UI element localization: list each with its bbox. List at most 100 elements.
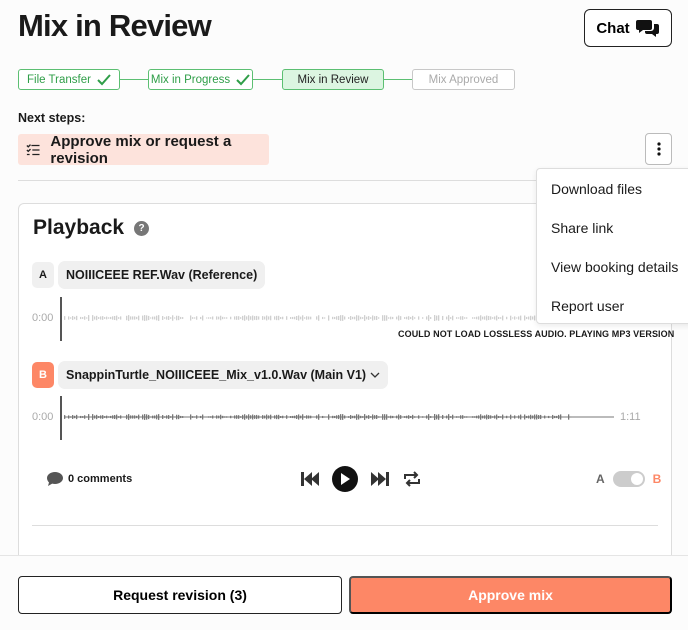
more-options-button[interactable] [645, 133, 672, 165]
ab-switch[interactable]: AB [596, 471, 661, 487]
menu-item-report-user[interactable]: Report user [537, 286, 688, 325]
waveform-bar [466, 317, 468, 319]
waveform-bar [290, 317, 292, 319]
waveform-bar [266, 414, 268, 420]
waveform-bar [408, 415, 410, 419]
waveform-bar [512, 416, 514, 418]
waveform-bar [170, 416, 172, 418]
waveform-bar [484, 316, 486, 320]
waveform-bar [196, 316, 198, 320]
ab-toggle[interactable] [612, 471, 645, 487]
waveform-bar [538, 415, 540, 419]
waveform-bar [98, 317, 100, 319]
skip-forward-icon[interactable] [370, 471, 390, 487]
waveform-bar [298, 414, 300, 420]
waveform-bar [108, 317, 110, 319]
menu-item-share-link[interactable]: Share link [537, 208, 688, 247]
menu-item-download-files[interactable]: Download files [537, 169, 688, 208]
waveform-bar [362, 317, 364, 319]
track-b-badge[interactable]: B [32, 362, 54, 388]
waveform-bar [392, 316, 394, 320]
comments-link[interactable]: 0 comments [46, 471, 132, 487]
waveform-bar [278, 414, 280, 420]
step-label: Mix Approved [428, 73, 499, 86]
waveform-bar [532, 316, 534, 320]
waveform-bar [128, 414, 130, 420]
waveform-bar [178, 414, 180, 420]
waveform-bar [306, 316, 308, 320]
waveform-bar [146, 315, 148, 321]
play-button[interactable] [332, 466, 358, 492]
comment-icon [47, 472, 63, 486]
waveform-bar [322, 415, 324, 419]
waveform-bar [144, 315, 146, 321]
waveform-bar [162, 316, 164, 320]
waveform-bar [520, 315, 522, 321]
waveform-bar [378, 416, 380, 418]
waveform-bar [334, 415, 336, 419]
request-revision-button[interactable]: Request revision (3) [18, 576, 342, 614]
waveform-bar [206, 317, 208, 319]
waveform-bar [334, 316, 336, 320]
waveform-bar [190, 315, 192, 321]
waveform-bar [276, 414, 278, 420]
waveform-bar [404, 317, 406, 319]
waveform-bar [488, 315, 490, 321]
waveform-bar [460, 316, 462, 320]
skip-back-icon[interactable] [300, 471, 320, 487]
waveform-bar [278, 315, 280, 321]
waveform-bar [348, 416, 350, 418]
waveform-bar [72, 316, 74, 320]
waveform-bar [510, 315, 512, 321]
waveform-bar [142, 414, 144, 420]
track-b-waveform[interactable] [64, 411, 614, 423]
next-step-banner: Approve mix or request a revision [18, 133, 269, 167]
waveform-bar [296, 316, 298, 320]
waveform-bar [332, 316, 334, 320]
waveform-bar [224, 317, 226, 319]
waveform-bar [354, 415, 356, 419]
waveform-bar [72, 415, 74, 419]
audio-warning: COULD NOT LOAD LOSSLESS AUDIO. PLAYING M… [398, 329, 675, 339]
track-a-playhead[interactable] [60, 297, 62, 341]
waveform-bar [524, 414, 526, 420]
track-b-selector[interactable]: SnappinTurtle_NOIIICEEE_Mix_v1.0.Wav (Ma… [58, 361, 389, 389]
chat-button[interactable]: Chat [584, 9, 672, 47]
waveform-bar [310, 316, 312, 320]
waveform-bar [130, 415, 132, 419]
waveform-bar [248, 414, 250, 420]
waveform-bar [396, 316, 398, 320]
waveform-bar [370, 416, 372, 418]
waveform-bar [74, 316, 76, 320]
waveform-bar [340, 315, 342, 321]
waveform-bar [372, 414, 374, 420]
waveform-bar [412, 414, 414, 420]
waveform-bar [310, 415, 312, 419]
menu-item-view-booking-details[interactable]: View booking details [537, 247, 688, 286]
waveform-bar [136, 316, 138, 320]
approve-mix-button[interactable]: Approve mix [349, 576, 672, 614]
waveform-bar [426, 316, 428, 320]
waveform-bar [554, 415, 556, 419]
waveform-bar [506, 415, 508, 419]
waveform-bar [502, 414, 504, 420]
waveform-bar [400, 316, 402, 320]
waveform-bar [82, 317, 84, 319]
help-icon[interactable]: ? [134, 220, 150, 236]
waveform-bar [430, 317, 432, 319]
waveform-bar [136, 415, 138, 419]
track-b-playhead[interactable] [60, 396, 62, 440]
waveform-bar [224, 416, 226, 418]
waveform-bar [304, 317, 306, 319]
track-a-waveform[interactable] [64, 312, 536, 324]
waveform-bar [328, 414, 330, 420]
track-a-badge[interactable]: A [32, 262, 54, 288]
repeat-icon[interactable] [402, 470, 422, 488]
waveform-bar [220, 414, 222, 420]
waveform-bar [322, 316, 324, 320]
waveform-bar [496, 315, 498, 321]
waveform-bar [356, 315, 358, 321]
waveform-bar [164, 317, 166, 319]
waveform-bar [64, 316, 66, 320]
waveform-bar [460, 415, 462, 419]
